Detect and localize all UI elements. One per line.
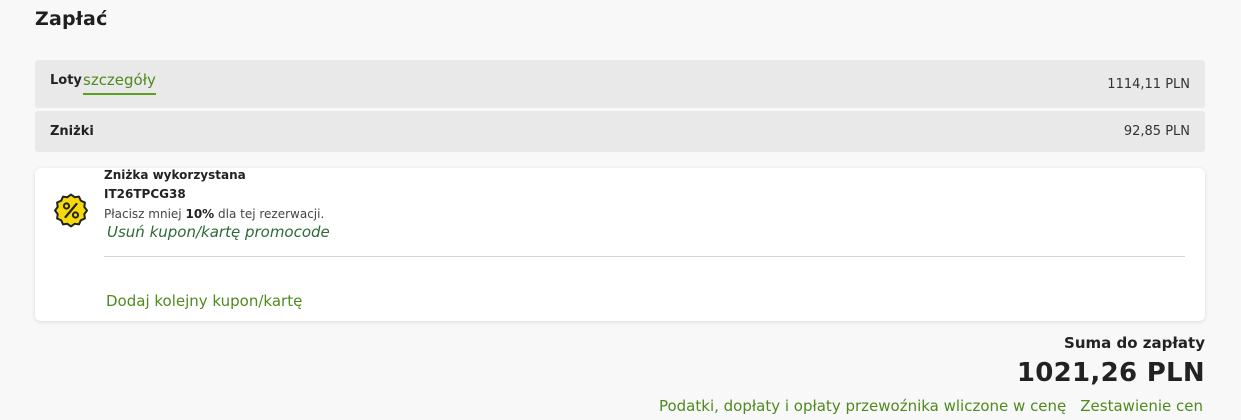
percent-badge-icon bbox=[54, 193, 88, 228]
discounts-row: Zniżki 92,85 PLN bbox=[35, 111, 1205, 152]
coupon-description: Płacisz mniej 10% dla tej rezerwacji. bbox=[104, 207, 324, 221]
flights-row: Loty szczegóły 1114,11 PLN bbox=[35, 60, 1205, 108]
remove-coupon-link[interactable]: Usuń kupon/kartę promocode bbox=[107, 223, 330, 241]
page-title: Zapłać bbox=[35, 8, 108, 30]
taxes-included-link[interactable]: Podatki, dopłaty i opłaty przewoźnika wl… bbox=[659, 397, 1066, 415]
total-label: Suma do zapłaty bbox=[1064, 334, 1205, 352]
total-footer: Podatki, dopłaty i opłaty przewoźnika wl… bbox=[659, 397, 1203, 415]
add-coupon-link[interactable]: Dodaj kolejny kupon/kartę bbox=[106, 292, 302, 310]
coupon-status-title: Zniżka wykorzystana bbox=[104, 168, 246, 182]
coupon-desc-percent: 10% bbox=[185, 207, 215, 221]
price-breakdown-link[interactable]: Zestawienie cen bbox=[1080, 397, 1203, 415]
payment-summary-page: Zapłać Loty szczegóły 1114,11 PLN Zniżki… bbox=[0, 0, 1241, 420]
coupon-desc-prefix: Płacisz mniej bbox=[104, 207, 186, 221]
flight-details-link[interactable]: szczegóły bbox=[83, 71, 156, 95]
divider bbox=[104, 256, 1185, 257]
discounts-label: Zniżki bbox=[50, 124, 94, 139]
coupon-code: IT26TPCG38 bbox=[104, 187, 186, 201]
coupon-desc-suffix: dla tej rezerwacji. bbox=[214, 207, 325, 221]
coupon-card: Zniżka wykorzystana IT26TPCG38 Płacisz m… bbox=[35, 168, 1205, 321]
discounts-amount: 92,85 PLN bbox=[1123, 124, 1190, 139]
flights-label: Loty bbox=[50, 73, 82, 88]
total-amount: 1021,26 PLN bbox=[1016, 358, 1205, 388]
flights-price: 1114,11 PLN bbox=[1107, 77, 1190, 92]
